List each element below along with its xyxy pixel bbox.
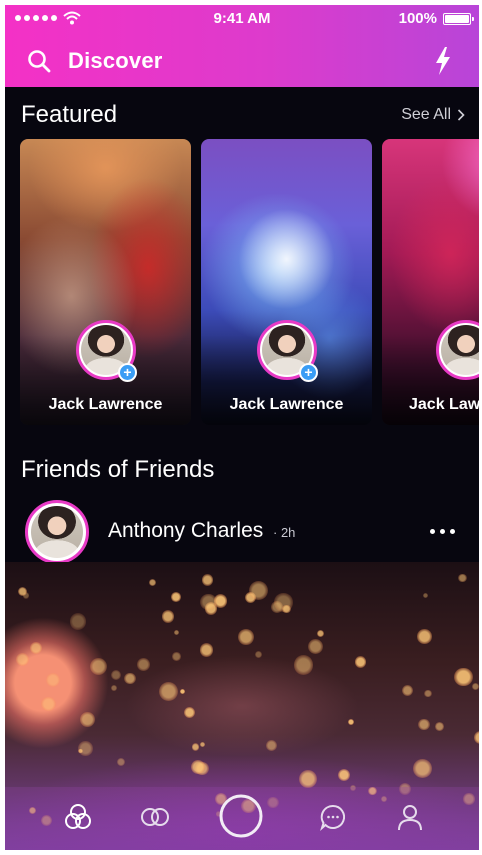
battery-percent: 100%	[398, 10, 437, 27]
card-user-name: Jack Lawrence	[48, 396, 163, 413]
bokeh-light	[111, 684, 118, 691]
bokeh-light	[89, 658, 107, 676]
bokeh-light	[472, 683, 479, 691]
bokeh-light	[474, 730, 479, 744]
card-user-name: Jack Lawrence	[229, 396, 344, 413]
post-author[interactable]: Anthony Charles	[108, 519, 263, 543]
bokeh-light	[355, 656, 367, 668]
follow-plus-icon[interactable]: +	[299, 363, 318, 382]
app-screen: 9:41 AM 100% Discover Featured See All +…	[5, 5, 479, 850]
bokeh-light	[458, 573, 467, 583]
chevron-right-icon	[457, 109, 465, 121]
bokeh-light	[179, 688, 185, 694]
bokeh-light	[191, 743, 199, 751]
bokeh-light	[78, 741, 93, 756]
bokeh-light	[200, 742, 206, 747]
bokeh-light	[255, 650, 263, 658]
bokeh-light	[417, 629, 432, 645]
bokeh-light	[435, 721, 445, 731]
post-header: Anthony Charles · 2h	[5, 499, 479, 564]
battery-icon	[443, 13, 474, 25]
bokeh-light	[172, 652, 181, 661]
bokeh-light	[412, 758, 432, 778]
bokeh-light	[161, 610, 175, 624]
card-user-name: Jack Law	[409, 396, 479, 413]
bokeh-light	[402, 684, 414, 696]
chat-icon[interactable]	[317, 801, 349, 833]
bokeh-light	[69, 613, 87, 630]
status-bar: 9:41 AM 100%	[5, 5, 479, 31]
featured-heading: Featured	[21, 101, 118, 128]
bokeh-light	[282, 604, 291, 614]
circles-icon[interactable]	[139, 801, 171, 833]
bokeh-light	[137, 658, 150, 671]
profile-icon[interactable]	[394, 801, 426, 833]
record-icon[interactable]	[218, 793, 264, 839]
header: 9:41 AM 100% Discover	[5, 5, 479, 87]
bokeh-light	[159, 681, 179, 701]
tab-bar	[5, 787, 479, 850]
home-rings-icon[interactable]	[62, 801, 94, 833]
bokeh-light	[190, 759, 205, 775]
follow-plus-icon[interactable]: +	[118, 363, 137, 382]
lightning-bolt-icon[interactable]	[433, 46, 453, 76]
featured-card[interactable]: Jack Law	[382, 139, 479, 425]
bokeh-light	[424, 689, 432, 698]
bokeh-light	[298, 769, 318, 789]
bokeh-light	[265, 739, 277, 751]
bokeh-light	[238, 629, 254, 646]
more-options-icon[interactable]	[430, 529, 455, 534]
bokeh-light	[149, 579, 157, 587]
featured-card[interactable]: + Jack Lawrence	[20, 139, 191, 425]
bokeh-light	[110, 669, 122, 680]
see-all-label: See All	[401, 106, 451, 123]
search-icon[interactable]	[27, 49, 51, 73]
bokeh-light	[16, 652, 30, 666]
bokeh-light	[248, 580, 269, 601]
bokeh-light	[173, 629, 179, 635]
bokeh-light	[307, 638, 324, 655]
bokeh-light	[348, 719, 355, 726]
bokeh-light	[183, 706, 195, 718]
featured-carousel[interactable]: + Jack Lawrence + Jack Lawrence Jack Law	[20, 139, 479, 425]
bokeh-light	[41, 696, 56, 712]
post-time: · 2h	[273, 525, 296, 540]
bokeh-light	[45, 672, 60, 687]
page-title: Discover	[68, 48, 163, 73]
friends-of-friends-heading: Friends of Friends	[21, 456, 215, 483]
bokeh-light	[454, 667, 473, 686]
bokeh-light	[422, 592, 428, 598]
bokeh-light	[29, 641, 42, 654]
bokeh-light	[316, 630, 324, 638]
bokeh-light	[199, 643, 214, 657]
bokeh-light	[293, 655, 314, 675]
bokeh-light	[123, 672, 136, 685]
bokeh-light	[117, 757, 126, 766]
bokeh-light	[79, 712, 95, 727]
see-all-link[interactable]: See All	[401, 106, 465, 124]
avatar[interactable]	[25, 500, 89, 564]
bokeh-light	[201, 574, 214, 586]
bokeh-light	[338, 768, 351, 781]
bokeh-light	[170, 591, 181, 602]
featured-card[interactable]: + Jack Lawrence	[201, 139, 372, 425]
bokeh-light	[418, 718, 430, 731]
